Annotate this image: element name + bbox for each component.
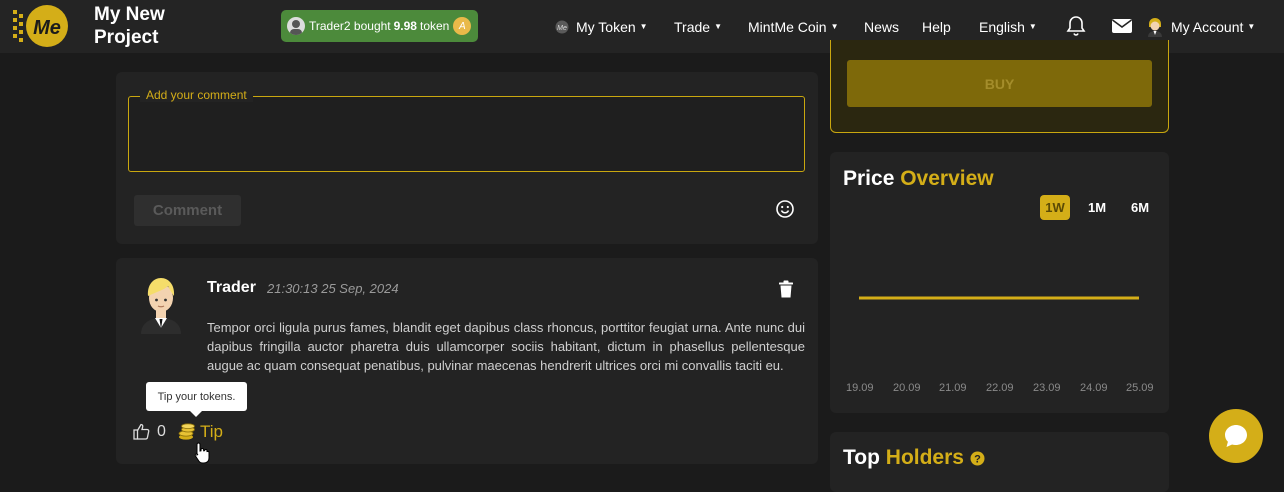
- top-holders-title-accent: Holders: [885, 446, 964, 469]
- x-tick-label: 21.09: [939, 382, 967, 394]
- nav-my-token[interactable]: Me My Token ▼: [553, 0, 648, 53]
- caret-down-icon: ▼: [830, 22, 839, 31]
- emoji-icon[interactable]: [775, 199, 795, 219]
- svg-text:Me: Me: [33, 17, 61, 39]
- comment-textarea[interactable]: [128, 96, 805, 172]
- ticker-unit: token: [419, 19, 450, 33]
- ticker-user-avatar: [287, 17, 305, 35]
- comment-author[interactable]: Trader: [207, 279, 256, 297]
- nav-help-label: Help: [922, 18, 951, 35]
- bell-icon[interactable]: [1064, 14, 1088, 38]
- buy-button[interactable]: BUY: [847, 60, 1152, 107]
- trade-ticker[interactable]: Trader2 bought 9.98 token A: [281, 10, 478, 42]
- tip-tooltip: Tip your tokens.: [146, 382, 247, 417]
- comment-timestamp: 21:30:13 25 Sep, 2024: [267, 281, 399, 296]
- chat-widget-button[interactable]: [1209, 409, 1263, 463]
- coins-icon[interactable]: [178, 423, 196, 441]
- help-icon[interactable]: ?: [970, 451, 985, 466]
- ticker-coin-icon: A: [453, 17, 472, 35]
- range-button-1m[interactable]: 1M: [1082, 195, 1112, 220]
- price-overview-title-white: Price: [843, 167, 895, 190]
- x-tick-label: 25.09: [1126, 382, 1154, 394]
- nav-trade-label: Trade: [674, 18, 711, 35]
- comment-submit-button[interactable]: Comment: [134, 195, 241, 226]
- account-avatar-icon: [1148, 17, 1162, 37]
- chat-icon: [1225, 425, 1247, 447]
- svg-text:Me: Me: [557, 25, 567, 32]
- x-tick-label: 23.09: [1033, 382, 1061, 394]
- x-tick-label: 22.09: [986, 382, 1014, 394]
- price-chart: [859, 296, 1139, 300]
- top-holders-title: Top Holders: [843, 446, 964, 470]
- nav-my-account-label: My Account: [1171, 18, 1244, 35]
- ticker-amount: 9.98: [393, 19, 417, 33]
- nav-trade[interactable]: Trade ▼: [674, 0, 722, 53]
- ticker-verb: bought: [353, 19, 391, 33]
- range-button-6m[interactable]: 6M: [1125, 195, 1155, 220]
- token-icon: Me: [555, 20, 569, 33]
- range-button-1w[interactable]: 1W: [1040, 195, 1070, 220]
- caret-down-icon: ▼: [1028, 22, 1037, 31]
- x-tick-label: 20.09: [893, 382, 921, 394]
- nav-mintme-coin[interactable]: MintMe Coin ▼: [748, 0, 839, 53]
- comment-field-label: Add your comment: [140, 88, 253, 102]
- nav-news-label: News: [864, 18, 900, 35]
- thumbs-up-icon[interactable]: [133, 423, 150, 440]
- caret-down-icon: ▼: [1247, 22, 1256, 31]
- ticker-user: Trader2: [309, 19, 351, 33]
- x-tick-label: 19.09: [846, 382, 874, 394]
- caret-down-icon: ▼: [714, 22, 722, 31]
- mintme-logo-icon[interactable]: Me: [11, 4, 69, 48]
- project-name-line-2: Project: [94, 27, 159, 48]
- price-overview-title: Price Overview: [843, 167, 994, 191]
- project-name-line-1: My New: [94, 4, 165, 25]
- nav-language-label: English: [979, 18, 1025, 35]
- comment-body: Tempor orci ligula purus fames, blandit …: [207, 320, 805, 373]
- mail-icon[interactable]: [1110, 14, 1134, 38]
- like-count: 0: [157, 423, 166, 440]
- project-name[interactable]: My New Project: [94, 3, 204, 49]
- nav-mintme-coin-label: MintMe Coin: [748, 18, 827, 35]
- avatar: [141, 278, 181, 334]
- x-tick-label: 24.09: [1080, 382, 1108, 394]
- tip-button[interactable]: Tip: [200, 422, 223, 442]
- hand-cursor-icon: [194, 442, 210, 464]
- top-holders-title-white: Top: [843, 446, 880, 469]
- caret-down-icon: ▼: [639, 22, 648, 31]
- trash-icon[interactable]: [778, 280, 794, 298]
- svg-text:?: ?: [974, 454, 981, 466]
- price-overview-title-accent: Overview: [900, 167, 994, 190]
- nav-my-token-label: My Token: [576, 18, 636, 35]
